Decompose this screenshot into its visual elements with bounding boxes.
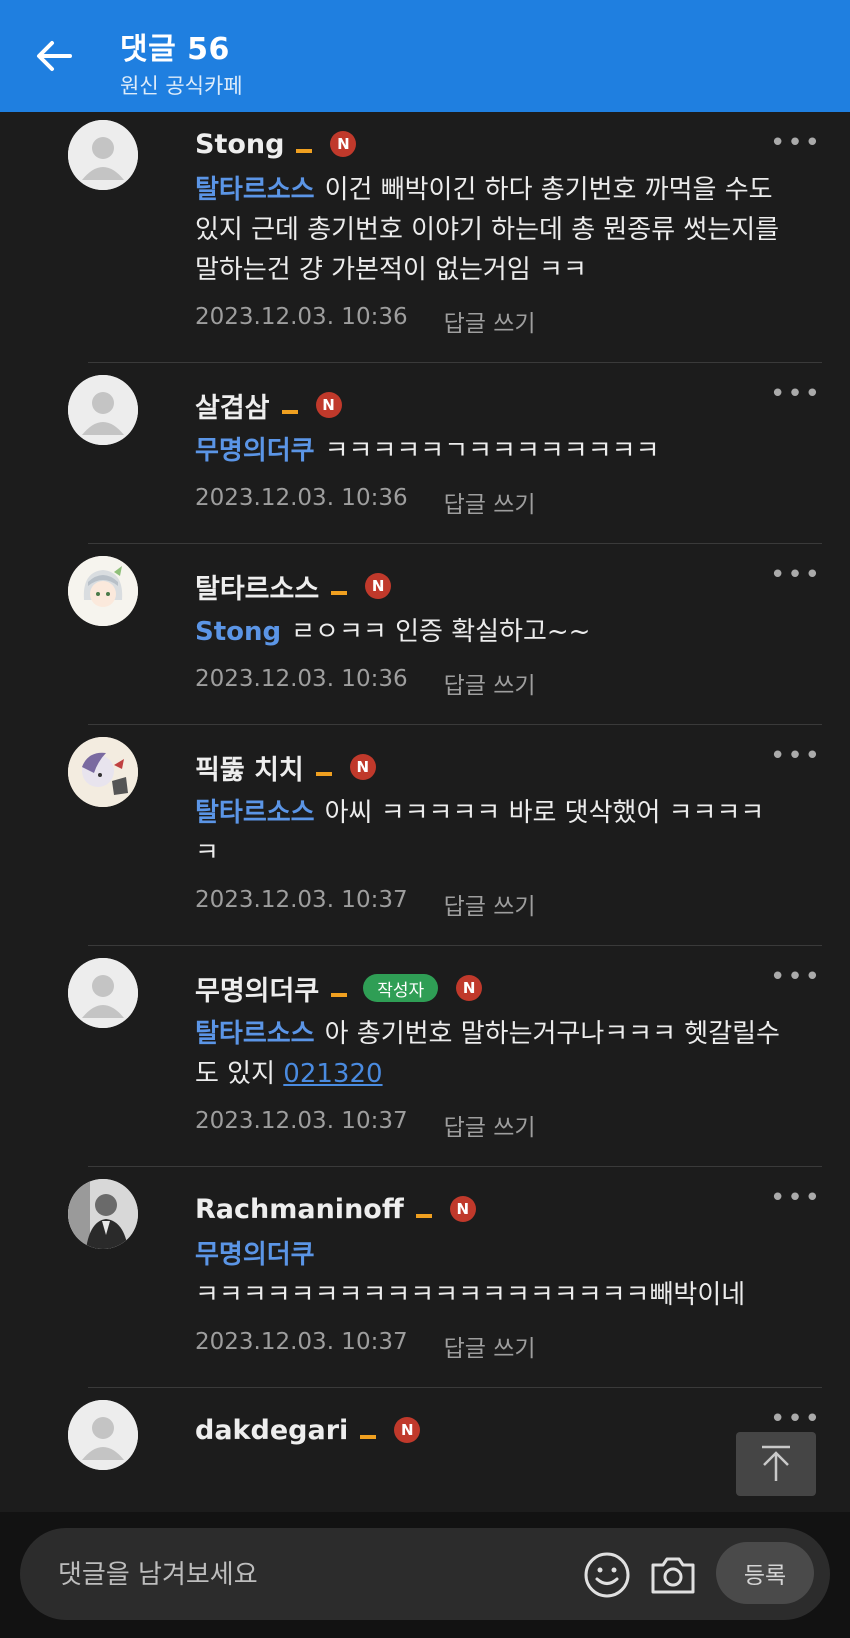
mention-link[interactable]: 무명의더쿠 xyxy=(195,436,315,466)
comment-nickname[interactable]: 픽뚫 치치 xyxy=(195,748,304,787)
avatar[interactable] xyxy=(68,1400,138,1470)
more-icon[interactable]: ••• xyxy=(770,128,822,158)
reply-button[interactable]: 답글 쓰기 xyxy=(444,485,536,519)
more-icon[interactable]: ••• xyxy=(770,1183,822,1213)
avatar[interactable] xyxy=(68,375,138,445)
comment-nickname[interactable]: Stong xyxy=(195,129,284,160)
comment-body: ㅋㅋㅋㅋㅋㄱㅋㅋㅋㅋㅋㅋㅋㅋ xyxy=(324,436,660,466)
comment-text: 탈타르소스 아씨 ㅋㅋㅋㅋㅋ 바로 댓삭했어 ㅋㅋㅋㅋㅋ xyxy=(195,793,782,873)
comment-nickname[interactable]: 무명의더쿠 xyxy=(195,969,319,1008)
level-icon xyxy=(360,1435,377,1439)
comment-item: 탈타르소스 N Stong ㄹㅇㅋㅋ 인증 확실하고~~ 2023.12.03. … xyxy=(68,544,822,725)
mention-link[interactable]: 무명의더쿠 xyxy=(195,1240,315,1270)
mention-link[interactable]: 탈타르소스 xyxy=(195,175,315,205)
new-badge: N xyxy=(315,392,342,418)
more-icon[interactable]: ••• xyxy=(770,379,822,409)
new-badge: N xyxy=(456,975,483,1001)
back-button[interactable] xyxy=(30,32,78,80)
avatar[interactable] xyxy=(68,737,138,807)
mention-link[interactable]: 탈타르소스 xyxy=(195,798,315,828)
comment-time: 2023.12.03. 10:36 xyxy=(195,666,408,692)
reply-button[interactable]: 답글 쓰기 xyxy=(444,1108,536,1142)
character-avatar-icon xyxy=(68,556,138,626)
comment-nickname[interactable]: Rachmaninoff xyxy=(195,1194,404,1225)
character-avatar-icon xyxy=(68,737,138,807)
default-avatar-icon xyxy=(68,1400,138,1470)
author-badge: 작성자 xyxy=(363,974,439,1002)
comment-text: 탈타르소스 아 총기번호 말하는거구나ㅋㅋㅋ 헷갈릴수도 있지 021320 xyxy=(195,1014,782,1094)
comment-time: 2023.12.03. 10:36 xyxy=(195,485,408,511)
new-badge: N xyxy=(330,131,357,157)
comment-nickname[interactable]: 탈타르소스 xyxy=(195,567,319,606)
more-icon[interactable]: ••• xyxy=(770,1404,822,1434)
comment-body: ㅋㅋㅋㅋㅋㅋㅋㅋㅋㅋㅋㅋㅋㅋㅋㅋㅋㅋㅋ빼박이네 xyxy=(195,1280,746,1310)
mention-link[interactable]: 탈타르소스 xyxy=(195,1019,315,1049)
reply-button[interactable]: 답글 쓰기 xyxy=(444,304,536,338)
number-link[interactable]: 021320 xyxy=(283,1059,382,1089)
new-badge: N xyxy=(349,754,376,780)
more-icon[interactable]: ••• xyxy=(770,560,822,590)
comment-text: Stong ㄹㅇㅋㅋ 인증 확실하고~~ xyxy=(195,612,782,652)
emoji-button[interactable] xyxy=(582,1550,632,1600)
comment-input-container: 등록 xyxy=(20,1528,830,1620)
level-icon xyxy=(315,772,332,776)
avatar[interactable] xyxy=(68,556,138,626)
comment-item: Rachmaninoff N 무명의더쿠 ㅋㅋㅋㅋㅋㅋㅋㅋㅋㅋㅋㅋㅋㅋㅋㅋㅋㅋㅋ빼… xyxy=(68,1167,822,1388)
more-icon[interactable]: ••• xyxy=(770,741,822,771)
comment-text: 무명의더쿠 ㅋㅋㅋㅋㅋㄱㅋㅋㅋㅋㅋㅋㅋㅋ xyxy=(195,431,782,471)
submit-button[interactable]: 등록 xyxy=(716,1542,814,1604)
comment-item: 살겹삼 N 무명의더쿠 ㅋㅋㅋㅋㅋㄱㅋㅋㅋㅋㅋㅋㅋㅋ 2023.12.03. 10… xyxy=(68,363,822,544)
comment-item: dakdegari N ••• xyxy=(68,1388,822,1476)
level-icon xyxy=(415,1214,432,1218)
level-icon xyxy=(331,993,348,997)
comment-time: 2023.12.03. 10:37 xyxy=(195,887,408,913)
camera-button[interactable] xyxy=(648,1550,698,1600)
level-icon xyxy=(281,410,298,414)
avatar[interactable] xyxy=(68,1179,138,1249)
mention-link[interactable]: Stong xyxy=(195,617,281,647)
emoji-icon xyxy=(584,1552,630,1598)
page-title: 댓글 56 xyxy=(120,32,230,67)
default-avatar-icon xyxy=(68,958,138,1028)
scroll-top-button[interactable] xyxy=(736,1432,816,1496)
level-icon xyxy=(296,149,313,153)
comment-time: 2023.12.03. 10:37 xyxy=(195,1108,408,1134)
new-badge: N xyxy=(394,1417,421,1443)
default-avatar-icon xyxy=(68,120,138,190)
comment-time: 2023.12.03. 10:36 xyxy=(195,304,408,330)
comment-item: 무명의더쿠 작성자 N 탈타르소스 아 총기번호 말하는거구나ㅋㅋㅋ 헷갈릴수도 … xyxy=(68,946,822,1167)
comment-time: 2023.12.03. 10:37 xyxy=(195,1329,408,1355)
comment-input-bar: 등록 xyxy=(0,1512,850,1638)
page-subtitle: 원신 공식카페 xyxy=(120,74,243,98)
comment-nickname[interactable]: dakdegari xyxy=(195,1415,348,1446)
reply-button[interactable]: 답글 쓰기 xyxy=(444,666,536,700)
comment-nickname[interactable]: 살겹삼 xyxy=(195,386,270,425)
camera-icon xyxy=(651,1557,695,1594)
reply-button[interactable]: 답글 쓰기 xyxy=(444,1329,536,1363)
comment-body: ㄹㅇㅋㅋ 인증 확실하고~~ xyxy=(291,617,591,647)
level-icon xyxy=(331,591,348,595)
comment-input[interactable] xyxy=(56,1548,580,1602)
comment-item: 픽뚫 치치 N 탈타르소스 아씨 ㅋㅋㅋㅋㅋ 바로 댓삭했어 ㅋㅋㅋㅋㅋ 2023… xyxy=(68,725,822,946)
comment-text: 무명의더쿠 ㅋㅋㅋㅋㅋㅋㅋㅋㅋㅋㅋㅋㅋㅋㅋㅋㅋㅋㅋ빼박이네 xyxy=(195,1235,782,1315)
comment-list[interactable]: Stong N 탈타르소스 이건 빼박이긴 하다 총기번호 까먹을 수도 있지 근… xyxy=(0,112,850,1512)
comment-text: 탈타르소스 이건 빼박이긴 하다 총기번호 까먹을 수도 있지 근데 총기번호 이… xyxy=(195,170,782,290)
avatar[interactable] xyxy=(68,120,138,190)
avatar[interactable] xyxy=(68,958,138,1028)
comment-item: Stong N 탈타르소스 이건 빼박이긴 하다 총기번호 까먹을 수도 있지 근… xyxy=(68,112,822,363)
reply-button[interactable]: 답글 쓰기 xyxy=(444,887,536,921)
default-avatar-icon xyxy=(68,375,138,445)
portrait-avatar-icon xyxy=(68,1179,138,1249)
app-bar: 댓글 56 원신 공식카페 xyxy=(0,0,850,112)
more-icon[interactable]: ••• xyxy=(770,962,822,992)
new-badge: N xyxy=(449,1196,476,1222)
scroll-top-icon xyxy=(762,1445,790,1481)
back-arrow-icon xyxy=(37,41,72,71)
new-badge: N xyxy=(365,573,392,599)
